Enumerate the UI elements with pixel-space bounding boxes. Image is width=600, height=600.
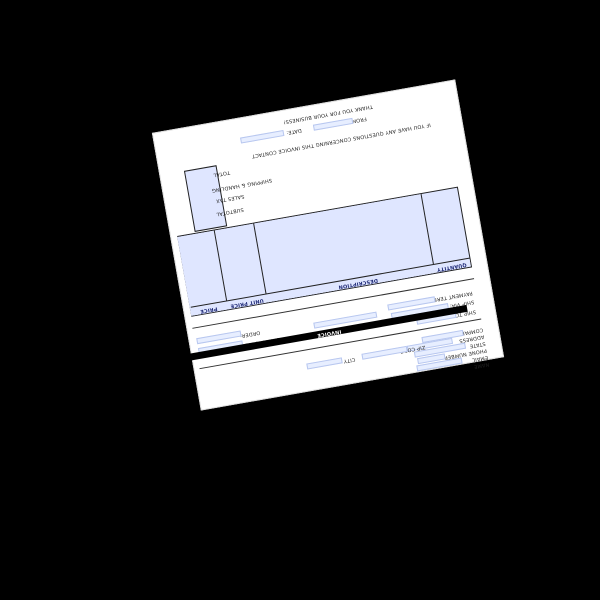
city-label: CITY [342,356,356,365]
unit-price-header: UNIT PRICE [229,297,265,309]
name-label: NAME [473,360,490,370]
note-line: IF YOU HAVE ANY QUESTIONS CONCERNING THI… [251,121,432,159]
price-header: PRICE [199,305,218,315]
section-label: INVOICE [316,328,342,339]
order-label: ORDER: [239,329,261,339]
invoice-paper: THANK YOU FOR YOUR BUSINESS! FROM: DATE:… [151,79,505,411]
invoice-ink-layer: THANK YOU FOR YOUR BUSINESS! FROM: DATE:… [152,79,504,410]
date-field [240,130,285,144]
photo-stage: THANK YOU FOR YOUR BUSINESS! FROM: DATE:… [0,0,600,600]
description-header: DESCRIPTION [337,276,379,290]
zip-field [361,345,408,360]
shipping-label: SHIPPING & HANDLING [211,176,273,194]
date-label: DATE: [285,126,303,136]
city-field [306,357,343,370]
from-field [312,117,354,131]
quantity-header: QUANTITY [436,261,467,273]
